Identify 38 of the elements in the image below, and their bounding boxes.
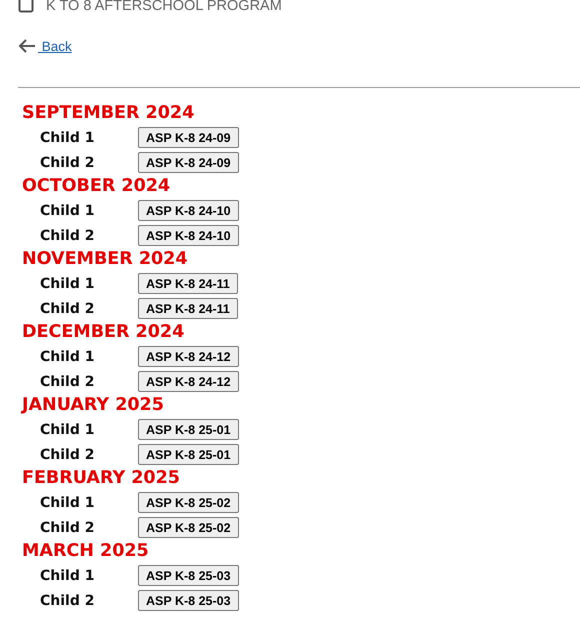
- child-label: Child 1: [39, 202, 96, 218]
- page-title: K TO 8 AFTERSCHOOL PROGRAM: [46, 0, 282, 14]
- program-button[interactable]: ASP K-8 25-02: [138, 492, 239, 513]
- child-label: Child 2: [39, 228, 96, 244]
- child-label: Child 2: [39, 446, 96, 462]
- back-link[interactable]: Back: [38, 38, 72, 54]
- program-button[interactable]: ASP K-8 24-10: [138, 200, 239, 221]
- month-heading: DECEMBER 2024: [22, 321, 186, 344]
- program-button[interactable]: ASP K-8 25-02: [138, 517, 239, 538]
- program-button[interactable]: ASP K-8 24-09: [138, 152, 239, 173]
- child-label: Child 1: [39, 422, 96, 438]
- child-label: Child 2: [39, 592, 96, 608]
- month-heading: MARCH 2025: [22, 540, 150, 563]
- program-button[interactable]: ASP K-8 24-11: [138, 273, 238, 294]
- month-heading: FEBRUARY 2025: [22, 467, 181, 490]
- child-label: Child 1: [39, 568, 96, 584]
- child-label: Child 1: [39, 348, 96, 364]
- child-label: Child 1: [39, 130, 96, 146]
- child-label: Child 2: [39, 374, 96, 390]
- back-arrow-icon[interactable]: [18, 39, 36, 53]
- month-heading: SEPTEMBER 2024: [22, 102, 196, 125]
- program-button[interactable]: ASP K-8 25-01: [138, 419, 239, 440]
- program-button[interactable]: ASP K-8 24-12: [138, 371, 239, 392]
- program-button[interactable]: ASP K-8 24-12: [138, 346, 239, 367]
- month-heading: OCTOBER 2024: [22, 175, 172, 198]
- program-button[interactable]: ASP K-8 24-09: [138, 127, 239, 148]
- program-button[interactable]: ASP K-8 24-10: [138, 225, 239, 246]
- child-label: Child 1: [39, 494, 96, 510]
- child-label: Child 2: [39, 300, 96, 316]
- month-heading: JANUARY 2025: [22, 394, 165, 417]
- program-button[interactable]: ASP K-8 25-01: [138, 444, 239, 465]
- child-label: Child 2: [39, 154, 96, 170]
- child-label: Child 2: [39, 520, 96, 536]
- month-heading: NOVEMBER 2024: [22, 248, 189, 271]
- program-button[interactable]: ASP K-8 24-11: [138, 298, 238, 319]
- program-button[interactable]: ASP K-8 25-03: [138, 565, 239, 586]
- program-button[interactable]: ASP K-8 25-03: [138, 590, 239, 611]
- child-label: Child 1: [39, 276, 96, 292]
